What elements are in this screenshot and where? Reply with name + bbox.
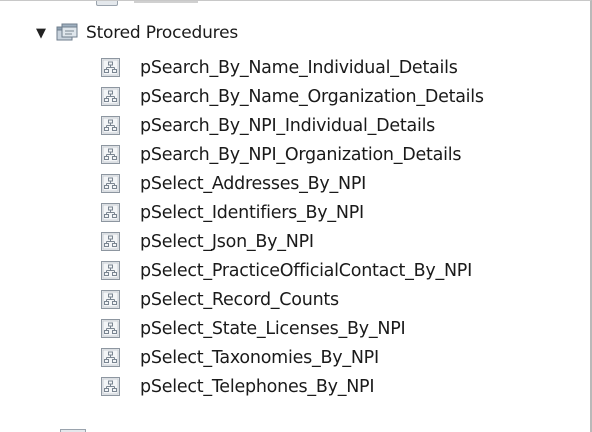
stored-procedure-label: pSelect_Record_Counts [140,289,339,310]
folder-label: Stored Procedures [86,23,238,43]
expand-collapse-icon[interactable]: ▼ [34,21,48,45]
stored-procedure-icon [100,318,122,339]
stored-procedure-icon [100,86,122,107]
stored-procedure-label: pSearch_By_NPI_Individual_Details [140,115,436,136]
stored-procedure-label: pSelect_Json_By_NPI [140,231,314,252]
tree-item-stored-procedure[interactable]: pSelect_Record_Counts [100,285,484,314]
stored-procedure-label: pSelect_PracticeOfficialContact_By_NPI [140,260,473,281]
stored-procedures-folder-icon [56,23,78,43]
stored-procedure-label: pSearch_By_Name_Individual_Details [140,57,458,78]
tree-item-stored-procedure[interactable]: pSelect_PracticeOfficialContact_By_NPI [100,256,484,285]
stored-procedure-icon [100,144,122,165]
stored-procedure-icon [100,173,122,194]
stored-procedure-icon [100,289,122,310]
tree-item-stored-procedure[interactable]: pSelect_Telephones_By_NPI [100,372,484,401]
stored-procedure-list: pSearch_By_Name_Individual_Details pSear… [100,53,484,401]
tree-item-stored-procedure[interactable]: pSearch_By_Name_Organization_Details [100,82,484,111]
stored-procedure-icon [100,376,122,397]
stored-procedure-label: pSelect_Addresses_By_NPI [140,173,367,194]
clipped-item-label [134,1,198,3]
clipped-tree-item [96,1,198,7]
tree-item-stored-procedure[interactable]: pSearch_By_NPI_Organization_Details [100,140,484,169]
object-explorer-tree: ▼ Stored Procedures pSearch_By_Name_Indi… [0,0,592,432]
tree-item-stored-procedure[interactable]: pSelect_Addresses_By_NPI [100,169,484,198]
stored-procedure-icon [100,115,122,136]
stored-procedure-icon [100,347,122,368]
tree-item-stored-procedure[interactable]: pSelect_Taxonomies_By_NPI [100,343,484,372]
tree-folder-stored-procedures[interactable]: ▼ Stored Procedures [34,21,238,45]
stored-procedure-label: pSearch_By_Name_Organization_Details [140,86,484,107]
stored-procedure-label: pSearch_By_NPI_Organization_Details [140,144,462,165]
stored-procedure-label: pSelect_Telephones_By_NPI [140,376,375,397]
stored-procedure-label: pSelect_Identifiers_By_NPI [140,202,364,223]
tree-item-stored-procedure[interactable]: pSearch_By_NPI_Individual_Details [100,111,484,140]
stored-procedure-icon [100,231,122,252]
tree-item-stored-procedure[interactable]: pSearch_By_Name_Individual_Details [100,53,484,82]
stored-procedure-label: pSelect_State_Licenses_By_NPI [140,318,406,339]
clipped-item-icon [96,1,118,6]
tree-item-stored-procedure[interactable]: pSelect_Json_By_NPI [100,227,484,256]
tree-item-stored-procedure[interactable]: pSelect_State_Licenses_By_NPI [100,314,484,343]
tree-item-stored-procedure[interactable]: pSelect_Identifiers_By_NPI [100,198,484,227]
stored-procedure-icon [100,57,122,78]
stored-procedure-icon [100,202,122,223]
stored-procedure-icon [100,260,122,281]
stored-procedure-label: pSelect_Taxonomies_By_NPI [140,347,379,368]
